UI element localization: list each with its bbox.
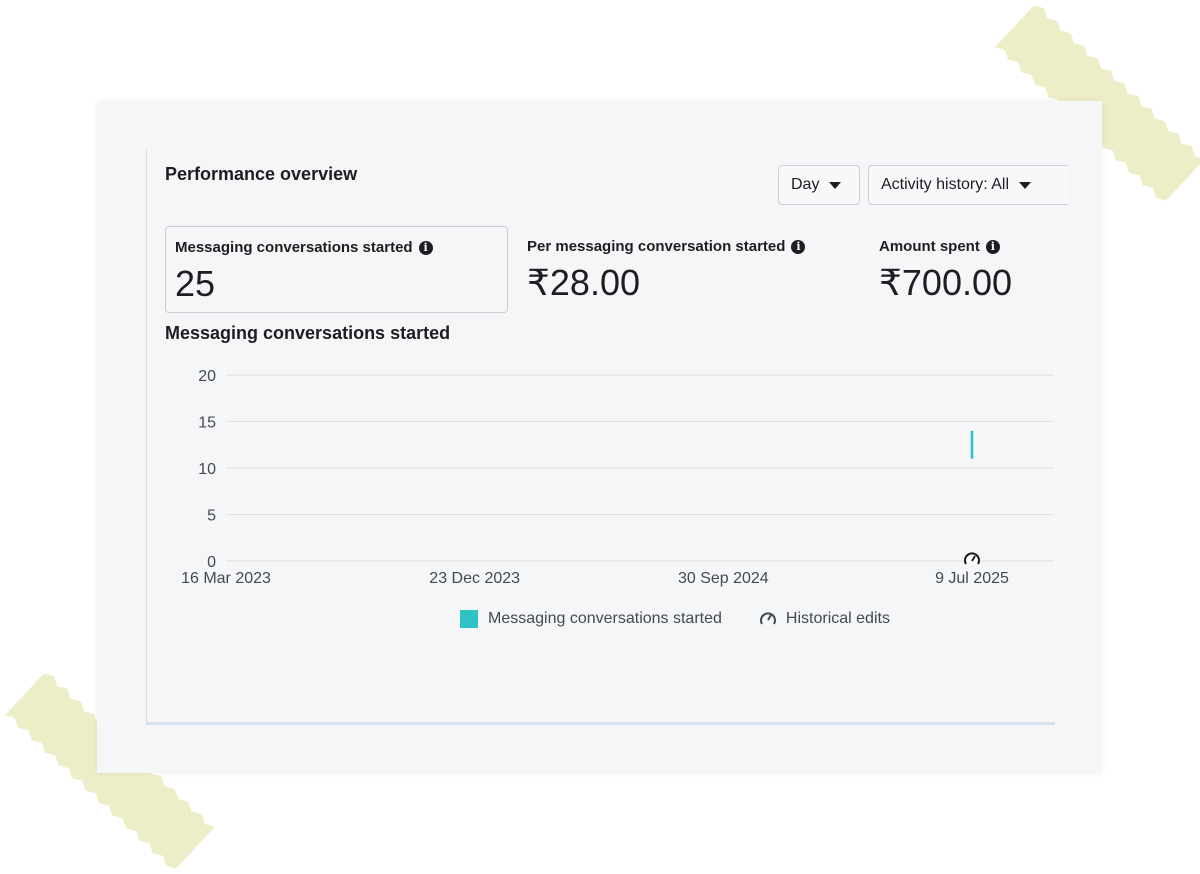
metric-label: Amount spent	[879, 238, 980, 255]
x-tick-label: 9 Jul 2025	[935, 570, 1009, 587]
chart-title: Messaging conversations started	[165, 323, 451, 343]
metric-label: Per messaging conversation started	[527, 238, 786, 255]
legend-series-label[interactable]: Messaging conversations started	[488, 610, 722, 628]
metric-label: Messaging conversations started	[175, 239, 413, 256]
activity-history-dropdown[interactable]: Activity history: All	[868, 165, 1068, 205]
y-tick-label: 5	[207, 508, 216, 525]
metric-label-row: Per messaging conversation started i	[527, 238, 806, 255]
day-dropdown-label: Day	[791, 176, 820, 193]
metric-value: 25	[175, 263, 216, 304]
caret-down-icon	[1019, 181, 1032, 189]
historical-edit-marker[interactable]	[964, 552, 980, 565]
info-icon[interactable]: i	[418, 240, 433, 255]
metric-conversations-started[interactable]: Messaging conversations started i 25	[165, 226, 508, 313]
info-icon[interactable]: i	[791, 239, 806, 254]
y-tick-label: 0	[207, 554, 216, 571]
metric-label-row: Messaging conversations started i	[175, 239, 433, 256]
legend-historical-label[interactable]: Historical edits	[786, 610, 890, 628]
metric-cost-per-conversation[interactable]: Per messaging conversation started i ₹28…	[518, 226, 858, 313]
activity-history-label: Activity history: All	[881, 176, 1010, 193]
historical-edits-icon	[759, 612, 776, 625]
conversations-chart: 0 5 10 15 20 16 Mar 2023 23 Dec 2023 30 Sep 202…	[181, 368, 1054, 587]
metric-amount-spent[interactable]: Amount spent i ₹700.00	[870, 226, 1070, 313]
metric-label-row: Amount spent i	[879, 238, 1000, 255]
caret-down-icon	[829, 181, 842, 189]
metric-value: ₹28.00	[527, 262, 640, 303]
panel-title: Performance overview	[165, 164, 358, 184]
metric-value: ₹700.00	[879, 262, 1013, 303]
x-tick-label: 23 Dec 2023	[429, 570, 520, 587]
y-tick-label: 20	[198, 368, 216, 385]
chart-legend: Messaging conversations started Historic…	[460, 609, 890, 629]
legend-swatch	[460, 610, 478, 628]
y-tick-label: 15	[198, 415, 216, 432]
day-dropdown[interactable]: Day	[778, 165, 860, 205]
y-tick-label: 10	[198, 461, 216, 478]
x-tick-label: 30 Sep 2024	[678, 570, 769, 587]
info-icon[interactable]: i	[985, 239, 1000, 254]
x-tick-label: 16 Mar 2023	[181, 570, 271, 587]
